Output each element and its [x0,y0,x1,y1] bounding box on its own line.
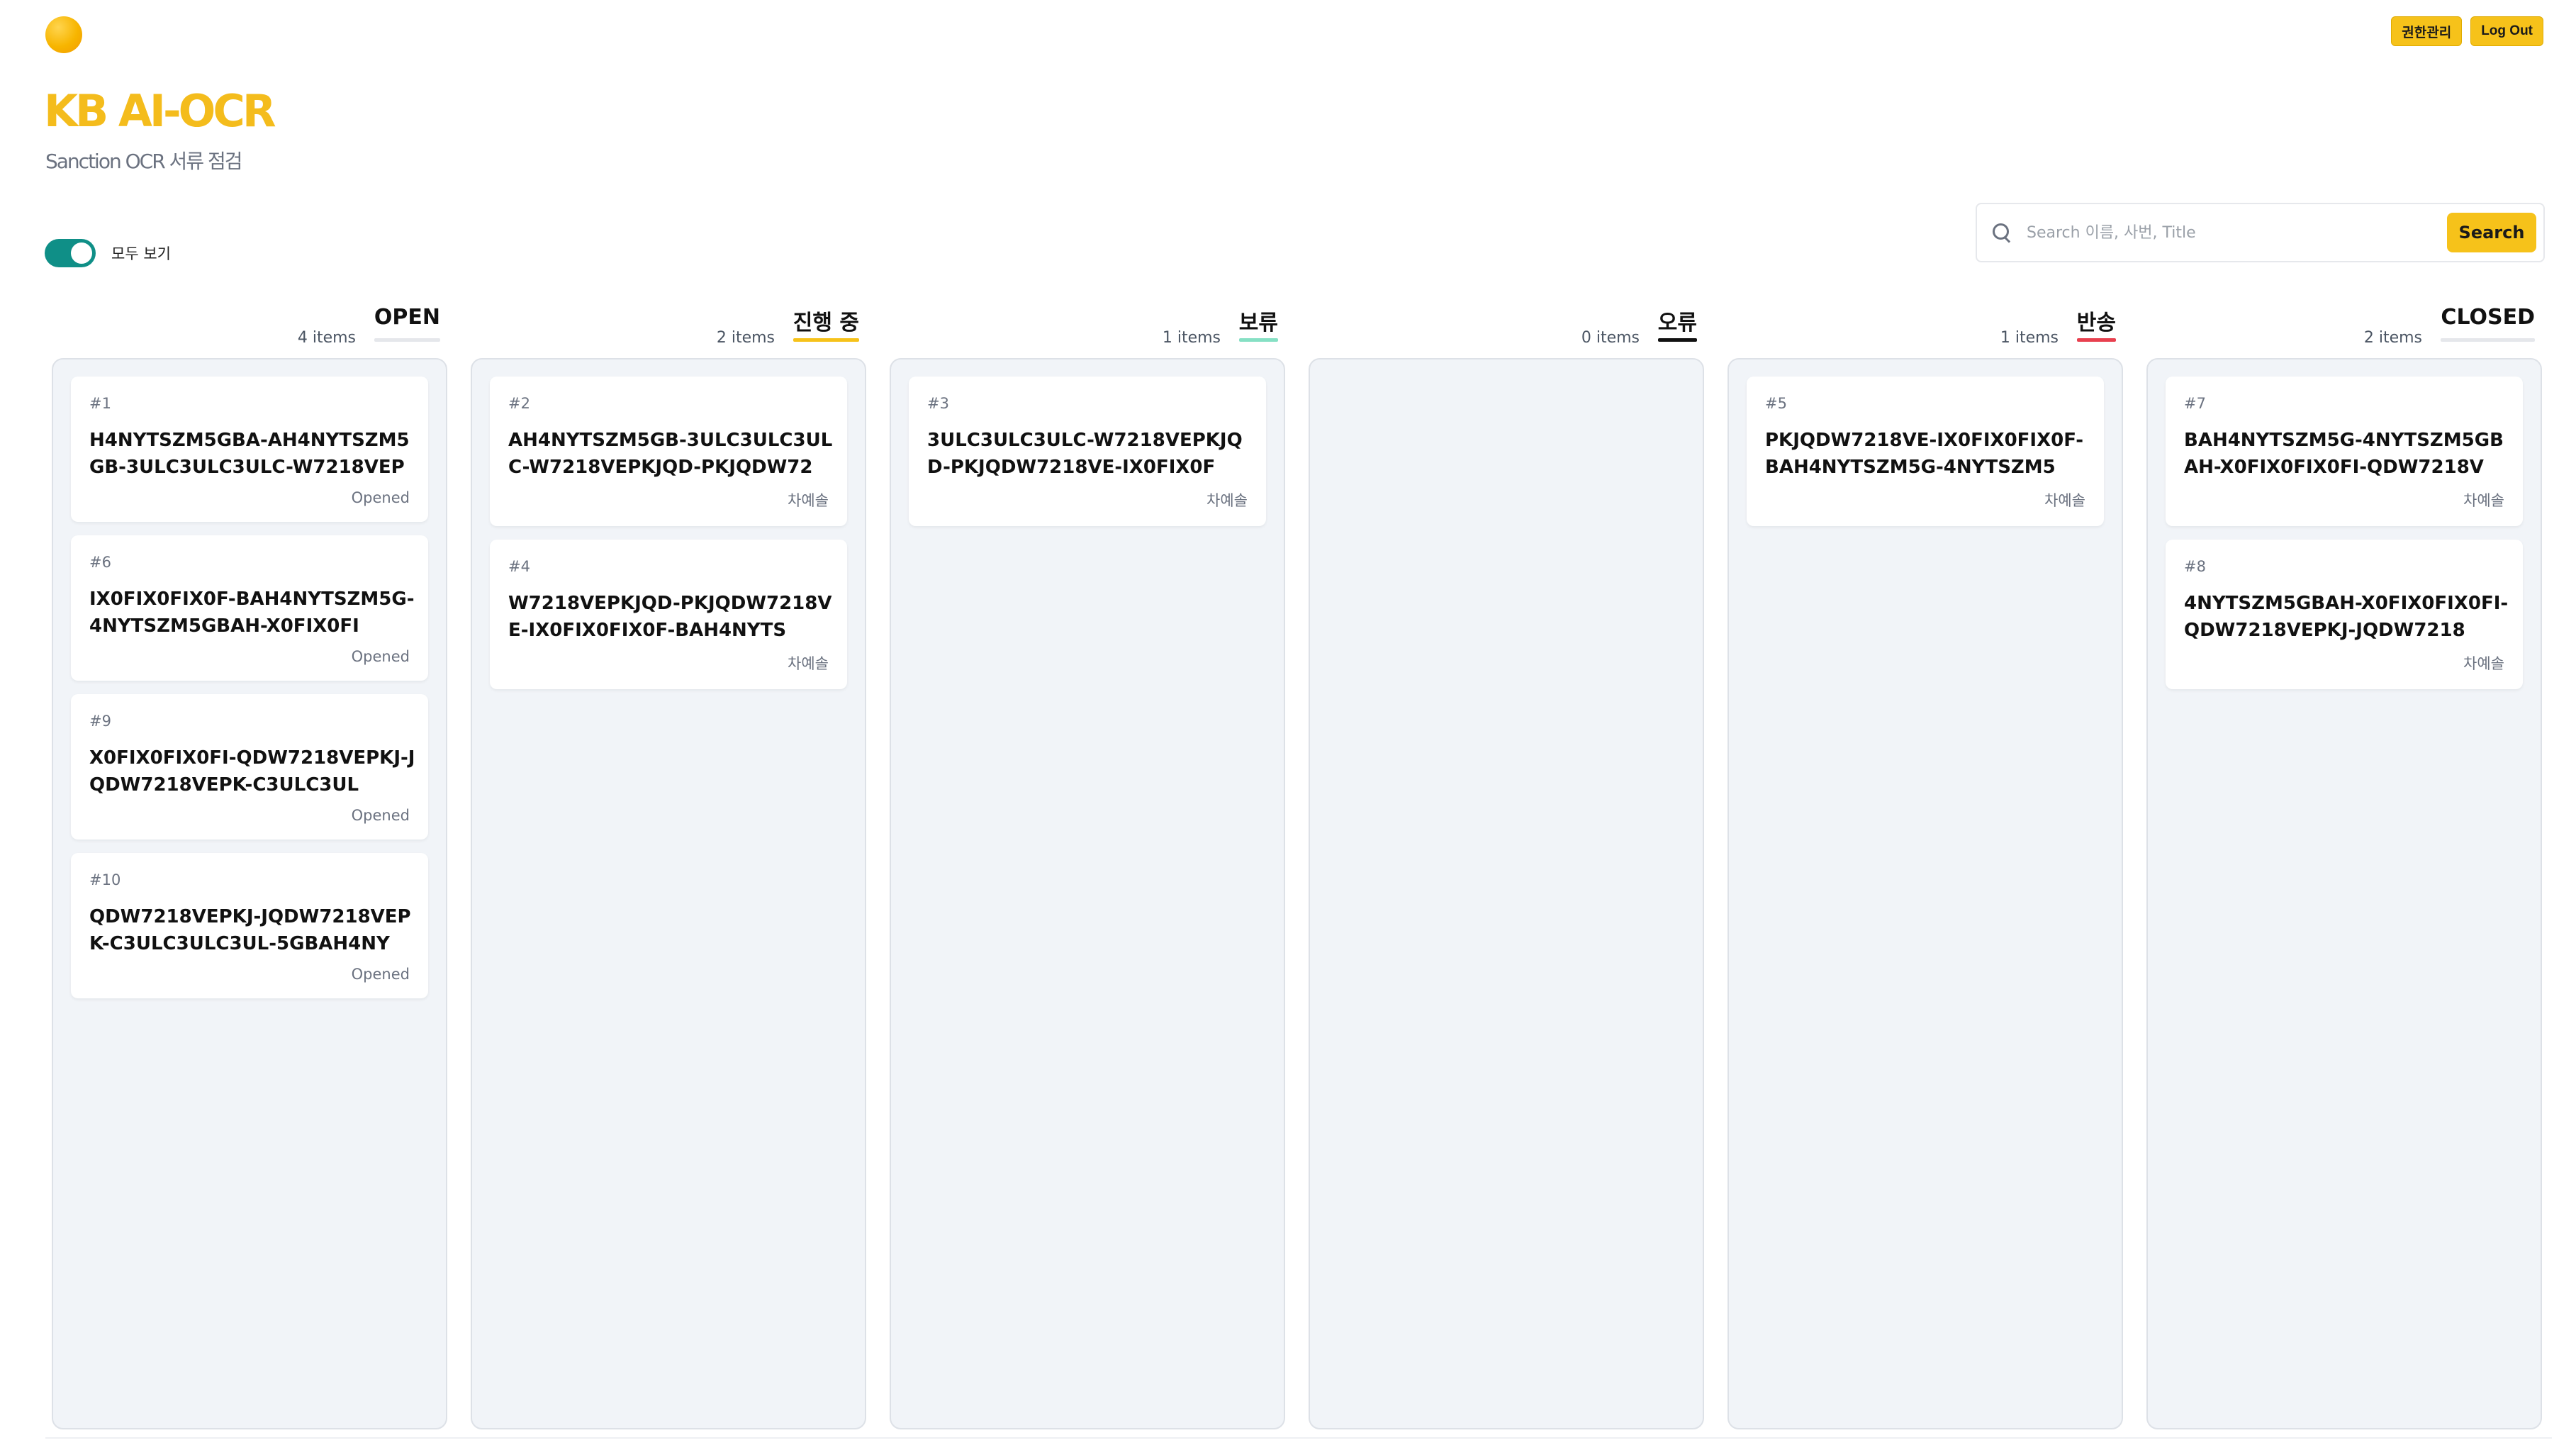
kanban-column: 오류 0 items [1309,305,1704,1429]
column-header: 오류 0 items [1309,305,1704,347]
card-title: AH4NYTSZM5GB-3ULC3ULC3ULC-W7218VEPKJQD-P… [508,430,833,478]
kanban-column: 진행 중 2 items #2 AH4NYTSZM5GB-3ULC3ULC3ULC-W… [471,305,866,1429]
column-title: 반송 [2076,311,2116,335]
kanban-column: 보류 1 items #3 3ULC3ULC3ULC-W7218VEPKJQD-PKJ… [890,305,1285,1429]
card-status: Opened [351,966,410,983]
card-title: H4NYTSZM5GBA-AH4NYTSZM5GB-3ULC3ULC3ULC-W… [89,430,410,478]
column-count: 4 items [297,329,356,347]
column-header: 보류 1 items [890,305,1285,347]
task-card[interactable]: #2 AH4NYTSZM5GB-3ULC3ULC3ULC-W7218VEPKJQD… [490,377,847,526]
card-number: #6 [89,554,111,571]
card-title: BAH4NYTSZM5G-4NYTSZM5GBAH-X0FIX0FIX0FI-Q… [2184,430,2504,478]
card-title: QDW7218VEPKJ-JQDW7218VEPK-C3ULC3ULC3UL-5… [89,906,411,954]
kanban-column: 반송 1 items #5 PKJQDW7218VE-IX0FIX0FIX0F-BAH… [1727,305,2123,1429]
card-number: #1 [89,395,111,412]
kanban-column: CLOSED 2 items #7 BAH4NYTSZM5G-4NYTSZM5GBAH… [2146,305,2542,1429]
card-title: IX0FIX0FIX0F-BAH4NYTSZM5G-4NYTSZM5GBAH-X… [89,589,415,637]
card-number: #10 [89,871,121,888]
column-title: CLOSED [2441,305,2535,330]
card-status: Opened [351,489,410,506]
card-status: Opened [351,648,410,665]
card-title: W7218VEPKJQD-PKJQDW7218VE-IX0FIX0FIX0F-B… [508,593,832,641]
column-underline [1239,338,1278,342]
card-status: Opened [351,807,410,824]
column-underline [793,338,859,342]
task-card[interactable]: #6 IX0FIX0FIX0F-BAH4NYTSZM5G-4NYTSZM5GBAH… [71,535,428,681]
card-status: 차예솔 [788,655,829,672]
card-number: #2 [508,395,530,412]
card-number: #4 [508,558,530,575]
footer-divider [45,1437,2552,1439]
search-button[interactable]: Search [2447,213,2536,252]
task-card[interactable]: #10 QDW7218VEPKJ-JQDW7218VEPK-C3ULC3ULC3U… [71,853,428,998]
column-header: OPEN 4 items [52,305,447,347]
column-underline [1658,338,1697,342]
column-underline [374,338,440,342]
card-status: 차예솔 [2463,492,2504,509]
column-count: 2 items [2363,329,2422,347]
column-body: #7 BAH4NYTSZM5G-4NYTSZM5GBAH-X0FIX0FIX0FI… [2146,358,2542,1429]
card-title: 3ULC3ULC3ULC-W7218VEPKJQD-PKJQDW7218VE-I… [927,430,1243,478]
card-status: 차예솔 [1206,492,1248,509]
task-card[interactable]: #4 W7218VEPKJQD-PKJQDW7218VE-IX0FIX0FIX0F… [490,540,847,689]
card-status: 차예솔 [2044,492,2085,509]
card-title: X0FIX0FIX0FI-QDW7218VEPKJ-JQDW7218VEPK-C… [89,747,415,796]
column-header: 진행 중 2 items [471,305,866,347]
column-title: 진행 중 [793,311,859,335]
search-box: Search [1976,203,2545,262]
search-icon [1991,222,2012,243]
logo-icon [45,16,82,53]
card-number: #3 [927,395,949,412]
show-all-label: 모두 보기 [111,245,171,262]
task-card[interactable]: #8 4NYTSZM5GBAH-X0FIX0FIX0FI-QDW7218VEPKJ… [2166,540,2523,689]
column-body [1309,358,1704,1429]
kanban-board: OPEN 4 items #1 H4NYTSZM5GBA-AH4NYTSZM5GB-3… [52,305,2542,1429]
card-title: PKJQDW7218VE-IX0FIX0FIX0F-BAH4NYTSZM5G-4… [1765,430,2083,478]
card-number: #9 [89,713,111,730]
task-card[interactable]: #7 BAH4NYTSZM5G-4NYTSZM5GBAH-X0FIX0FIX0FI… [2166,377,2523,526]
search-input[interactable] [2027,223,2447,242]
column-count: 1 items [2000,329,2059,347]
card-number: #7 [2184,395,2206,412]
column-header: CLOSED 2 items [2146,305,2542,347]
card-status: 차예솔 [788,492,829,509]
column-count: 2 items [716,329,775,347]
column-body: #3 3ULC3ULC3ULC-W7218VEPKJQD-PKJQDW7218VE… [890,358,1285,1429]
column-title: OPEN [374,305,440,330]
column-count: 0 items [1581,329,1640,347]
column-body: #5 PKJQDW7218VE-IX0FIX0FIX0F-BAH4NYTSZM5G… [1727,358,2123,1429]
show-all-toggle[interactable] [45,239,96,267]
column-body: #1 H4NYTSZM5GBA-AH4NYTSZM5GB-3ULC3ULC3ULC… [52,358,447,1429]
page-subtitle: Sanction OCR 서류 점검 [45,150,242,173]
task-card[interactable]: #9 X0FIX0FIX0FI-QDW7218VEPKJ-JQDW7218VEPK… [71,694,428,840]
header-actions: 권한관리 Log Out [2391,16,2543,46]
column-header: 반송 1 items [1727,305,2123,347]
show-all-toggle-group: 모두 보기 [45,239,171,267]
task-card[interactable]: #5 PKJQDW7218VE-IX0FIX0FIX0F-BAH4NYTSZM5G… [1747,377,2104,526]
permissions-button[interactable]: 권한관리 [2391,16,2463,46]
card-number: #8 [2184,558,2206,575]
task-card[interactable]: #1 H4NYTSZM5GBA-AH4NYTSZM5GB-3ULC3ULC3ULC… [71,377,428,522]
card-number: #5 [1765,395,1787,412]
logout-button[interactable]: Log Out [2470,16,2543,46]
card-title: 4NYTSZM5GBAH-X0FIX0FIX0FI-QDW7218VEPKJ-J… [2184,593,2509,641]
column-underline [2441,338,2535,342]
card-status: 차예솔 [2463,655,2504,672]
column-count: 1 items [1162,329,1221,347]
task-card[interactable]: #3 3ULC3ULC3ULC-W7218VEPKJQD-PKJQDW7218VE… [909,377,1266,526]
column-underline [2077,338,2116,342]
kanban-column: OPEN 4 items #1 H4NYTSZM5GBA-AH4NYTSZM5GB-3… [52,305,447,1429]
toggle-knob [71,242,92,264]
column-title: 보류 [1238,311,1278,335]
column-body: #2 AH4NYTSZM5GB-3ULC3ULC3ULC-W7218VEPKJQD… [471,358,866,1429]
column-title: 오류 [1657,311,1697,335]
page-title: KB AI-OCR [44,85,276,137]
